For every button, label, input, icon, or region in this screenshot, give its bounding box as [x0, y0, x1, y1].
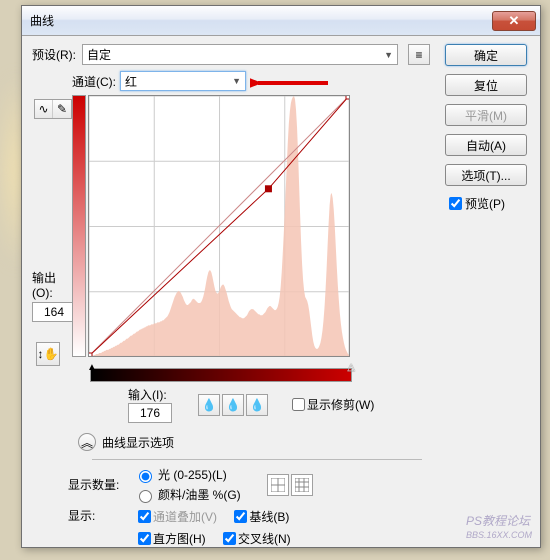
preset-menu-button[interactable]: ≡ — [408, 44, 430, 65]
intersection-label: 交叉线(N) — [238, 530, 291, 547]
baseline-checkbox[interactable] — [234, 510, 247, 523]
chevron-down-icon: ▼ — [232, 76, 241, 86]
amount-label: 显示数量: — [68, 476, 128, 493]
preset-value: 自定 — [87, 46, 111, 63]
smooth-button[interactable]: 平滑(M) — [445, 104, 527, 126]
show-label: 显示: — [68, 507, 128, 524]
curve-icon: ∿ — [38, 102, 48, 116]
horizontal-gradient[interactable]: ▲ △ — [90, 368, 352, 382]
pencil-icon: ✎ — [57, 102, 67, 116]
black-eyedropper[interactable]: 💧 — [198, 394, 220, 416]
titlebar[interactable]: 曲线 ✕ — [22, 6, 540, 36]
disclosure-toggle[interactable]: ︽ — [78, 433, 96, 451]
preview-checkbox[interactable] — [449, 197, 462, 210]
input-label: 输入(I): — [128, 386, 172, 403]
annotation-arrow — [250, 74, 330, 92]
intersection-checkbox[interactable] — [223, 532, 236, 545]
black-point-slider[interactable]: ▲ — [87, 362, 97, 373]
baseline-label: 基线(B) — [249, 508, 289, 525]
gray-eyedropper[interactable]: 💧 — [222, 394, 244, 416]
overlay-label: 通道叠加(V) — [153, 508, 217, 525]
preview-label: 预览(P) — [465, 195, 505, 212]
show-clipping-checkbox[interactable] — [292, 398, 305, 411]
output-label: 输出(O): — [32, 269, 76, 300]
reset-button[interactable]: 复位 — [445, 74, 527, 96]
menu-icon: ≡ — [415, 48, 422, 62]
output-input[interactable] — [32, 302, 76, 322]
curve-point-tool[interactable]: ∿ — [35, 100, 53, 118]
amount-light-label: 光 (0-255)(L) — [158, 466, 227, 483]
close-button[interactable]: ✕ — [492, 11, 536, 31]
ok-button[interactable]: 确定 — [445, 44, 527, 66]
preset-select[interactable]: 自定 ▼ — [82, 44, 398, 65]
window-title: 曲线 — [30, 12, 492, 29]
channel-label: 通道(C): — [72, 73, 116, 90]
hand-icon: ↕✋ — [38, 347, 59, 361]
auto-button[interactable]: 自动(A) — [445, 134, 527, 156]
grid-coarse-button[interactable] — [267, 474, 289, 496]
amount-light-radio[interactable] — [139, 470, 152, 483]
watermark: PS教程论坛BBS.16XX.COM — [466, 512, 532, 541]
white-point-slider[interactable]: △ — [347, 362, 355, 373]
amount-ink-radio[interactable] — [139, 490, 152, 503]
preset-label: 预设(R): — [32, 46, 76, 63]
show-clipping-label: 显示修剪(W) — [307, 396, 374, 413]
eyedropper-icon: 💧 — [226, 398, 241, 412]
chevron-down-icon: ▼ — [384, 50, 393, 60]
histogram-checkbox[interactable] — [138, 532, 151, 545]
channel-select[interactable]: 红 ▼ — [120, 71, 246, 91]
vertical-gradient — [72, 95, 86, 357]
options-button[interactable]: 选项(T)... — [445, 164, 527, 186]
curve-tool-group: ∿ ✎ — [34, 99, 72, 119]
overlay-checkbox[interactable] — [138, 510, 151, 523]
disclosure-label: 曲线显示选项 — [102, 434, 174, 451]
histogram-label: 直方图(H) — [153, 530, 206, 547]
input-input[interactable] — [128, 403, 172, 423]
channel-value: 红 — [125, 73, 137, 90]
grid-fine-button[interactable] — [291, 474, 313, 496]
hand-tool[interactable]: ↕✋ — [36, 342, 60, 366]
amount-ink-label: 颜料/油墨 %(G) — [158, 486, 241, 503]
curve-draw-tool[interactable]: ✎ — [53, 100, 71, 118]
eyedropper-icon: 💧 — [250, 398, 265, 412]
chevron-up-icon: ︽ — [81, 434, 93, 451]
eyedropper-icon: 💧 — [202, 398, 217, 412]
divider — [92, 459, 422, 460]
curves-dialog: 曲线 ✕ 预设(R): 自定 ▼ ≡ 通道(C): 红 ▼ — [21, 5, 541, 548]
white-eyedropper[interactable]: 💧 — [246, 394, 268, 416]
curves-graph[interactable] — [88, 95, 350, 357]
